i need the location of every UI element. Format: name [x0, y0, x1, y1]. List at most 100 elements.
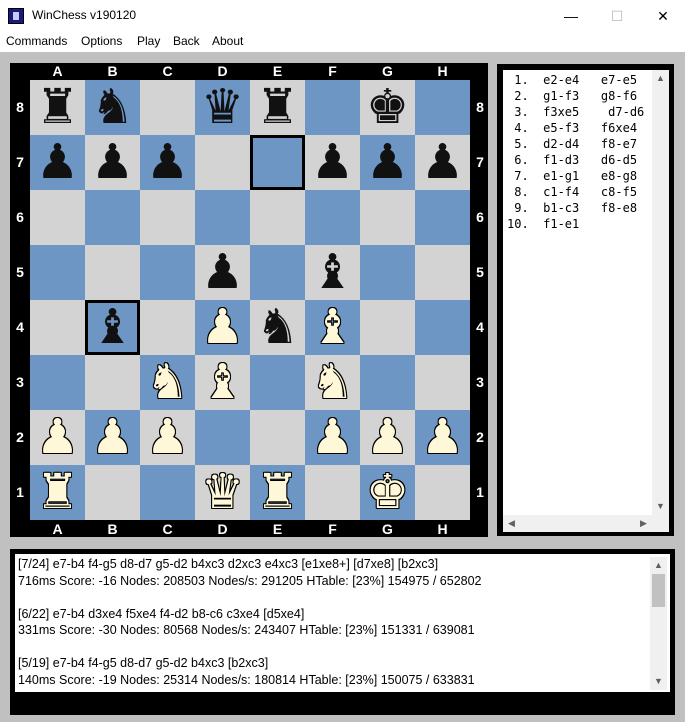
square-c6[interactable]: [140, 190, 195, 245]
black-king-icon[interactable]: ♚: [360, 80, 415, 135]
square-e8[interactable]: ♜: [250, 80, 305, 135]
engine-log[interactable]: [7/24] e7-b4 f4-g5 d8-d7 g5-d2 b4xc3 d2x…: [15, 554, 670, 692]
square-h1[interactable]: [415, 465, 470, 520]
menu-commands[interactable]: Commands: [6, 34, 67, 48]
square-d3[interactable]: ♝: [195, 355, 250, 410]
black-queen-icon[interactable]: ♛: [195, 80, 250, 135]
square-h4[interactable]: [415, 300, 470, 355]
square-b4[interactable]: ♝: [85, 300, 140, 355]
white-knight-icon[interactable]: ♞: [140, 355, 195, 410]
black-rook-icon[interactable]: ♜: [30, 80, 85, 135]
white-queen-icon[interactable]: ♛: [195, 465, 250, 520]
square-c2[interactable]: ♟: [140, 410, 195, 465]
square-f3[interactable]: ♞: [305, 355, 360, 410]
square-b1[interactable]: [85, 465, 140, 520]
square-g3[interactable]: [360, 355, 415, 410]
black-pawn-icon[interactable]: ♟: [415, 135, 470, 190]
square-e5[interactable]: [250, 245, 305, 300]
log-scroll-thumb[interactable]: [652, 574, 665, 607]
black-pawn-icon[interactable]: ♟: [85, 135, 140, 190]
white-pawn-icon[interactable]: ♟: [85, 410, 140, 465]
engine-log-scrollbar[interactable]: ▲ ▼: [650, 557, 667, 690]
move-list-horizontal-scrollbar[interactable]: ◀ ▶: [503, 515, 652, 532]
square-g4[interactable]: [360, 300, 415, 355]
black-pawn-icon[interactable]: ♟: [30, 135, 85, 190]
square-e3[interactable]: [250, 355, 305, 410]
black-pawn-icon[interactable]: ♟: [195, 245, 250, 300]
square-b3[interactable]: [85, 355, 140, 410]
white-pawn-icon[interactable]: ♟: [30, 410, 85, 465]
square-a4[interactable]: [30, 300, 85, 355]
white-bishop-icon[interactable]: ♝: [305, 300, 360, 355]
black-pawn-icon[interactable]: ♟: [360, 135, 415, 190]
square-g7[interactable]: ♟: [360, 135, 415, 190]
square-g6[interactable]: [360, 190, 415, 245]
square-b5[interactable]: [85, 245, 140, 300]
minimize-button[interactable]: —: [548, 0, 594, 32]
maximize-button[interactable]: ☐: [594, 0, 640, 32]
square-a6[interactable]: [30, 190, 85, 245]
white-pawn-icon[interactable]: ♟: [305, 410, 360, 465]
square-h5[interactable]: [415, 245, 470, 300]
square-f6[interactable]: [305, 190, 360, 245]
white-rook-icon[interactable]: ♜: [250, 465, 305, 520]
square-c5[interactable]: [140, 245, 195, 300]
square-e4[interactable]: ♞: [250, 300, 305, 355]
square-a1[interactable]: ♜: [30, 465, 85, 520]
square-c1[interactable]: [140, 465, 195, 520]
square-d5[interactable]: ♟: [195, 245, 250, 300]
menu-back[interactable]: Back: [173, 34, 200, 48]
square-b7[interactable]: ♟: [85, 135, 140, 190]
scroll-down-icon[interactable]: ▼: [652, 498, 669, 515]
square-h2[interactable]: ♟: [415, 410, 470, 465]
black-bishop-icon[interactable]: ♝: [85, 300, 140, 355]
square-f5[interactable]: ♝: [305, 245, 360, 300]
black-pawn-icon[interactable]: ♟: [305, 135, 360, 190]
chess-board[interactable]: A A B B C C D D E E F F G G H H 8 8 7 7 6 6 5 5 4 4 3 3 2 2 1 1 ♜ ♞ ♛ ♜ ♚ ♟ ♟ ♟…: [10, 63, 488, 537]
square-d7[interactable]: [195, 135, 250, 190]
move-list-vertical-scrollbar[interactable]: ▲ ▼: [652, 70, 669, 515]
close-button[interactable]: ✕: [640, 0, 685, 32]
square-e6[interactable]: [250, 190, 305, 245]
square-h8[interactable]: [415, 80, 470, 135]
black-bishop-icon[interactable]: ♝: [305, 245, 360, 300]
square-a2[interactable]: ♟: [30, 410, 85, 465]
square-a8[interactable]: ♜: [30, 80, 85, 135]
square-e2[interactable]: [250, 410, 305, 465]
square-c3[interactable]: ♞: [140, 355, 195, 410]
square-f1[interactable]: [305, 465, 360, 520]
square-h7[interactable]: ♟: [415, 135, 470, 190]
square-b2[interactable]: ♟: [85, 410, 140, 465]
menu-options[interactable]: Options: [81, 34, 122, 48]
square-g8[interactable]: ♚: [360, 80, 415, 135]
square-e7[interactable]: [250, 135, 305, 190]
white-knight-icon[interactable]: ♞: [305, 355, 360, 410]
square-g1[interactable]: ♚: [360, 465, 415, 520]
square-d8[interactable]: ♛: [195, 80, 250, 135]
white-bishop-icon[interactable]: ♝: [195, 355, 250, 410]
scroll-up-icon[interactable]: ▲: [652, 70, 669, 87]
square-f2[interactable]: ♟: [305, 410, 360, 465]
square-e1[interactable]: ♜: [250, 465, 305, 520]
square-h3[interactable]: [415, 355, 470, 410]
menu-about[interactable]: About: [212, 34, 243, 48]
white-rook-icon[interactable]: ♜: [30, 465, 85, 520]
square-d1[interactable]: ♛: [195, 465, 250, 520]
square-d2[interactable]: [195, 410, 250, 465]
scroll-left-icon[interactable]: ◀: [503, 515, 520, 532]
white-pawn-icon[interactable]: ♟: [195, 300, 250, 355]
white-pawn-icon[interactable]: ♟: [360, 410, 415, 465]
white-king-icon[interactable]: ♚: [360, 465, 415, 520]
square-c8[interactable]: [140, 80, 195, 135]
log-scroll-up-icon[interactable]: ▲: [650, 557, 667, 574]
square-d6[interactable]: [195, 190, 250, 245]
black-pawn-icon[interactable]: ♟: [140, 135, 195, 190]
square-f4[interactable]: ♝: [305, 300, 360, 355]
black-knight-icon[interactable]: ♞: [85, 80, 140, 135]
square-g2[interactable]: ♟: [360, 410, 415, 465]
square-h6[interactable]: [415, 190, 470, 245]
menu-play[interactable]: Play: [137, 34, 160, 48]
square-b8[interactable]: ♞: [85, 80, 140, 135]
move-list[interactable]: ▲ ▼ ◀ ▶ 1. e2-e4 e7-e5 2. g1-f3 g8-f6 3.…: [503, 70, 669, 532]
black-knight-icon[interactable]: ♞: [250, 300, 305, 355]
